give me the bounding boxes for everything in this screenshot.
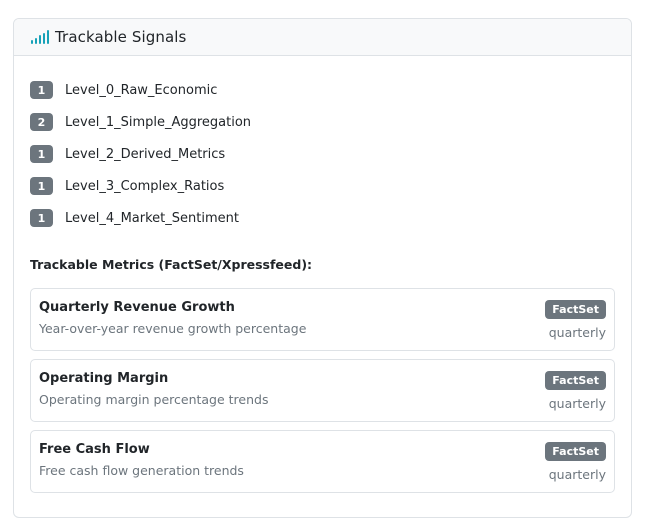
level-label: Level_4_Market_Sentiment	[65, 210, 239, 226]
level-label: Level_3_Complex_Ratios	[65, 178, 225, 194]
metric-meta: FactSet quarterly	[545, 371, 606, 421]
metric-name: Operating Margin	[39, 371, 169, 386]
metric-card: Operating Margin Operating margin percen…	[30, 359, 615, 422]
metric-name: Free Cash Flow	[39, 442, 150, 457]
level-count-badge: 1	[30, 209, 53, 227]
level-label: Level_1_Simple_Aggregation	[65, 114, 252, 130]
level-count-badge: 2	[30, 113, 53, 131]
level-item: 1 Level_0_Raw_Economic	[30, 74, 615, 106]
trackable-signals-card: Trackable Signals 1 Level_0_Raw_Economic…	[13, 18, 632, 518]
metric-name: Quarterly Revenue Growth	[39, 300, 235, 315]
level-count-badge: 1	[30, 177, 53, 195]
level-list: 1 Level_0_Raw_Economic 2 Level_1_Simple_…	[30, 74, 615, 234]
metric-card: Quarterly Revenue Growth Year-over-year …	[30, 288, 615, 351]
level-count-badge: 1	[30, 81, 53, 99]
metric-info: Quarterly Revenue Growth Year-over-year …	[39, 300, 306, 350]
card-title: Trackable Signals	[55, 28, 187, 46]
metric-description: Free cash flow generation trends	[39, 463, 244, 478]
level-item: 2 Level_1_Simple_Aggregation	[30, 106, 615, 138]
metric-info: Free Cash Flow Free cash flow generation…	[39, 442, 244, 492]
level-label: Level_0_Raw_Economic	[65, 82, 218, 98]
metric-frequency: quarterly	[548, 396, 606, 411]
level-item: 1 Level_4_Market_Sentiment	[30, 202, 615, 234]
metrics-section-heading: Trackable Metrics (FactSet/Xpressfeed):	[30, 257, 313, 272]
level-label: Level_2_Derived_Metrics	[65, 146, 226, 162]
metrics-list: Quarterly Revenue Growth Year-over-year …	[30, 288, 615, 493]
metric-frequency: quarterly	[548, 325, 606, 340]
metric-frequency: quarterly	[548, 467, 606, 482]
metric-description: Year-over-year revenue growth percentage	[39, 321, 307, 336]
level-item: 1 Level_2_Derived_Metrics	[30, 138, 615, 170]
signal-bars-icon	[31, 30, 49, 44]
card-body: 1 Level_0_Raw_Economic 2 Level_1_Simple_…	[14, 56, 631, 493]
metric-meta: FactSet quarterly	[545, 300, 606, 350]
metric-description: Operating margin percentage trends	[39, 392, 269, 407]
metric-info: Operating Margin Operating margin percen…	[39, 371, 269, 421]
source-badge: FactSet	[545, 371, 606, 390]
source-badge: FactSet	[545, 442, 606, 461]
level-count-badge: 1	[30, 145, 53, 163]
card-header: Trackable Signals	[14, 19, 631, 56]
metric-meta: FactSet quarterly	[545, 442, 606, 492]
source-badge: FactSet	[545, 300, 606, 319]
level-item: 1 Level_3_Complex_Ratios	[30, 170, 615, 202]
metric-card: Free Cash Flow Free cash flow generation…	[30, 430, 615, 493]
